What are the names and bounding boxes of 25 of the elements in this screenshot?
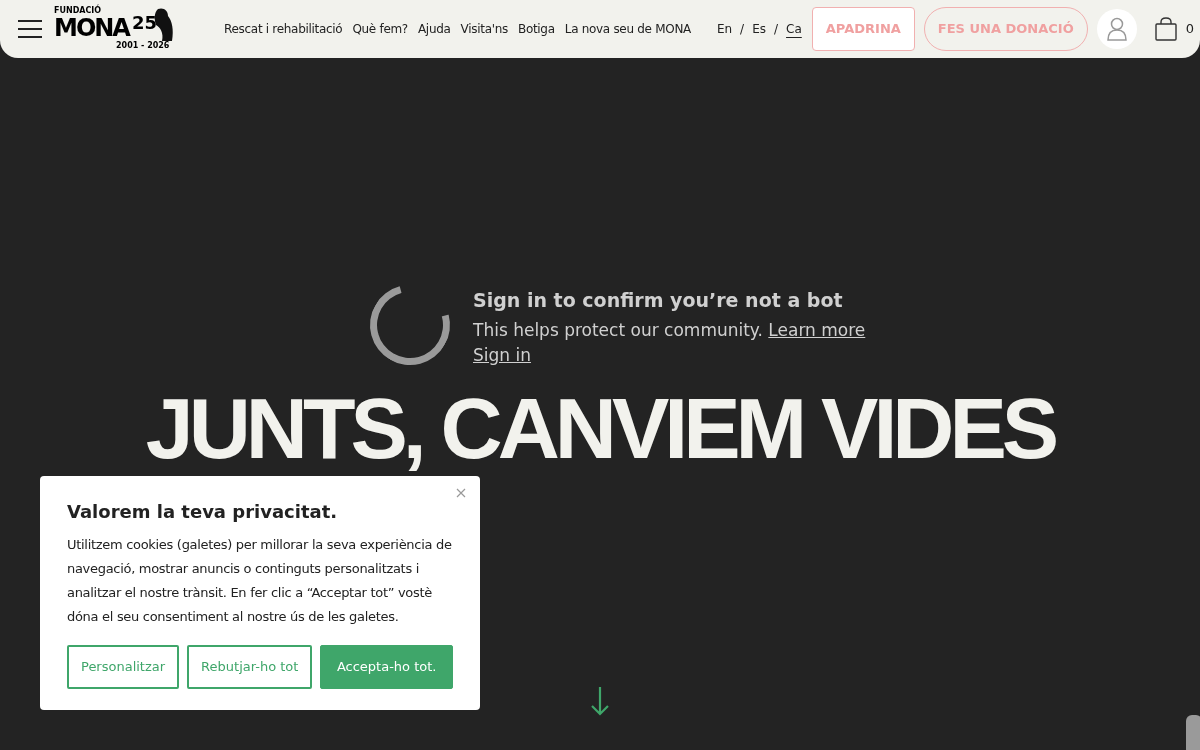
scroll-down-arrow-icon[interactable] <box>590 686 610 716</box>
shopping-bag-icon[interactable] <box>1154 17 1177 41</box>
close-icon[interactable] <box>456 488 466 498</box>
sign-in-link[interactable]: Sign in <box>473 345 531 365</box>
nav-link[interactable]: La nova seu de MONA <box>564 20 691 38</box>
video-notice-text: This helps protect our community. <box>473 320 764 340</box>
user-account-button[interactable] <box>1096 9 1137 49</box>
cookie-banner-title: Valorem la teva privacitat. <box>67 500 339 524</box>
cart-count: 0 <box>1185 20 1194 39</box>
nav-link[interactable]: Rescat i rehabilitació <box>224 20 343 38</box>
language-link[interactable]: Ca <box>786 20 802 38</box>
language-link[interactable]: Es <box>752 20 766 38</box>
learn-more-link[interactable]: Learn more <box>768 320 866 340</box>
video-notice-heading: Sign in to confirm you’re not a bot <box>473 288 844 313</box>
language-separator: / <box>774 21 779 38</box>
language-separator: / <box>740 21 745 38</box>
scrollbar-thumb[interactable] <box>1186 715 1200 750</box>
nav-link[interactable]: Visita'ns <box>460 20 508 38</box>
user-icon <box>1106 17 1127 41</box>
nav-link[interactable]: Ajuda <box>417 20 451 38</box>
nav-link[interactable]: Què fem? <box>352 20 408 38</box>
cookie-banner-text: Utilitzem cookies (galetes) per millorar la seva experiència de navegació, mostrar anuncis o continguts personalitzats i analitzar el nostre trànsit. En fer clic a “Acceptar tot” vostè dóna el seu consentiment al nostre ús de les galetes. <box>67 536 453 626</box>
language-link[interactable]: En <box>716 20 733 38</box>
nav-link[interactable]: Botiga <box>517 20 555 38</box>
menu-icon[interactable] <box>18 20 42 38</box>
